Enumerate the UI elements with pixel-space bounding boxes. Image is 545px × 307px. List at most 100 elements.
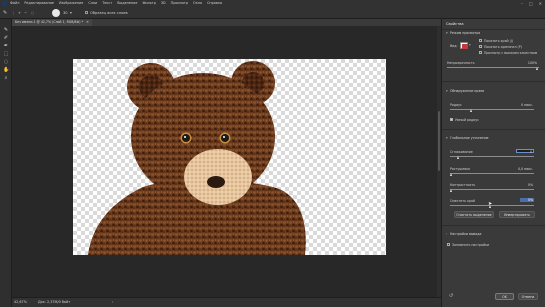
clear-selection-button[interactable]: Очистить выделение (454, 211, 494, 218)
sample-all-layers-checkbox[interactable] (85, 11, 88, 14)
brush-subtract-icon[interactable]: − (24, 9, 27, 17)
contrast-value[interactable]: 0% (528, 183, 533, 187)
divider (442, 81, 545, 82)
brush-add-icon[interactable]: + (18, 9, 21, 17)
maximize-button[interactable]: □ (529, 1, 533, 6)
contrast-slider[interactable] (450, 189, 534, 190)
menu-window[interactable]: Окно (193, 1, 202, 6)
output-settings-header: Настройки вывода (450, 232, 482, 236)
opacity-slider[interactable] (447, 67, 539, 68)
smart-radius-label: Умный радиус (455, 117, 479, 122)
smooth-label: Сглаживание (450, 150, 473, 154)
smart-radius-checkbox[interactable] (450, 118, 453, 121)
status-bar: 42,67% Док: 2,37M/0 байт › (12, 297, 441, 307)
document-canvas[interactable] (73, 59, 386, 255)
mouse-cursor-icon: ➤ (488, 201, 493, 207)
show-edge-label: Показать край (J) (484, 38, 514, 43)
radius-slider-thumb[interactable] (470, 109, 472, 112)
invert-button[interactable]: Инвертировать (499, 211, 535, 218)
refine-edge-brush-icon[interactable]: ✐ (3, 35, 9, 41)
close-button[interactable]: ✕ (539, 1, 542, 6)
opacity-label: Непрозрачность (447, 61, 475, 65)
menu-edit[interactable]: Редактирование (24, 1, 54, 6)
smooth-slider[interactable] (450, 156, 534, 157)
chevron-down-icon[interactable]: ▾ (469, 43, 471, 47)
view-mode-thumbnail[interactable] (460, 42, 468, 49)
chevron-down-icon[interactable]: ▾ (446, 31, 448, 35)
divider (442, 129, 545, 130)
contrast-slider-thumb[interactable] (450, 189, 452, 192)
minimize-button[interactable]: – (521, 1, 523, 6)
close-tab-icon[interactable]: ✕ (86, 20, 89, 24)
menu-bar: Файл Редактирование Изображение Слои Тек… (0, 0, 545, 7)
document-tab-label: Без имени-1 @ 42,7% (Слой 1, RGB/8#) * (15, 20, 84, 24)
teddy-bear-image (88, 61, 306, 255)
menu-items: Файл Редактирование Изображение Слои Тек… (10, 1, 222, 6)
feather-label: Растушевка (450, 167, 471, 171)
radius-value[interactable]: 0 пикс. (521, 103, 533, 107)
lasso-icon[interactable]: ◌ (31, 9, 34, 17)
tool-preset-icon[interactable]: ✎ (3, 9, 7, 17)
cancel-button[interactable]: Отмена (518, 293, 538, 300)
global-refinement-header: Глобальное уточнение (450, 136, 489, 140)
zoom-level[interactable]: 42,67% (14, 300, 27, 304)
menu-filter[interactable]: Фильтр (142, 1, 155, 6)
divider (442, 29, 545, 30)
show-edge-checkbox[interactable] (479, 39, 482, 42)
radius-slider[interactable] (450, 109, 534, 110)
feather-value[interactable]: 0,0 пикс. (518, 167, 533, 171)
document-tab[interactable]: Без имени-1 @ 42,7% (Слой 1, RGB/8#) * ✕ (12, 19, 92, 26)
object-selection-icon[interactable]: ⬚ (3, 51, 9, 57)
panel-title: Свойства (446, 22, 464, 26)
menu-image[interactable]: Изображение (59, 1, 83, 6)
chevron-down-icon[interactable]: ▾ (446, 136, 448, 140)
menu-view[interactable]: Просмотр (171, 1, 188, 6)
lasso-tool-icon[interactable]: ◌ (3, 59, 9, 65)
menu-help[interactable]: Справка (207, 1, 222, 6)
separator-icon: | (13, 11, 15, 15)
opacity-value[interactable]: 100% (528, 61, 537, 65)
properties-panel: Свойства ▾ Режим просмотра Вид: ▾ Показа… (441, 19, 545, 307)
sample-all-layers-label: Образец всех слоев (90, 11, 128, 15)
shift-edge-value[interactable]: 0% (520, 198, 534, 202)
chevron-right-icon[interactable]: › (112, 300, 113, 304)
chevron-down-icon[interactable]: ▾ (70, 9, 72, 17)
high-quality-label: Просмотр с высоким качеством (484, 50, 538, 55)
reset-icon[interactable]: ↺ (449, 293, 453, 299)
scrollbar-thumb[interactable] (438, 111, 440, 171)
high-quality-checkbox[interactable] (479, 51, 482, 54)
menu-file[interactable]: Файл (10, 1, 19, 6)
contrast-label: Контрастность (450, 183, 476, 187)
options-bar: ✎ | + − ◌ 30 ▾ Образец всех слоев (0, 7, 545, 19)
menu-select[interactable]: Выделение (117, 1, 137, 6)
menu-3d[interactable]: 3D (161, 1, 166, 6)
divider (442, 225, 545, 226)
brush-preview-icon[interactable] (52, 9, 60, 17)
chevron-right-icon[interactable]: › (446, 232, 447, 236)
show-original-label: Показать оригинал (P) (484, 44, 522, 49)
hand-icon[interactable]: ✋ (3, 67, 9, 73)
document-info: Док: 2,37M/0 байт (38, 300, 71, 304)
view-mode-header: Режим просмотра (450, 31, 481, 35)
workspace (12, 26, 441, 297)
quick-selection-icon[interactable]: ✎ (3, 27, 9, 33)
feather-slider[interactable] (450, 173, 534, 174)
ok-button[interactable]: OK (495, 293, 514, 300)
window-controls: – □ ✕ (521, 1, 542, 6)
chevron-down-icon[interactable]: ▾ (446, 89, 448, 93)
menu-type[interactable]: Текст (102, 1, 112, 6)
feather-slider-thumb[interactable] (450, 173, 452, 176)
radius-label: Радиус (450, 103, 462, 107)
smooth-slider-thumb[interactable] (457, 156, 459, 159)
smooth-value[interactable]: 0 (516, 149, 534, 154)
photoshop-logo-icon[interactable] (2, 1, 7, 6)
zoom-icon[interactable]: ⌕ (3, 75, 9, 81)
brush-size-value[interactable]: 30 (63, 9, 68, 17)
document-tab-bar: Без имени-1 @ 42,7% (Слой 1, RGB/8#) * ✕ (12, 19, 441, 26)
view-label: Вид: (450, 44, 458, 48)
show-original-checkbox[interactable] (479, 45, 482, 48)
opacity-slider-thumb[interactable] (536, 67, 538, 70)
menu-layers[interactable]: Слои (88, 1, 97, 6)
brush-icon[interactable]: ✒ (3, 43, 9, 49)
remember-settings-checkbox[interactable] (447, 243, 450, 246)
